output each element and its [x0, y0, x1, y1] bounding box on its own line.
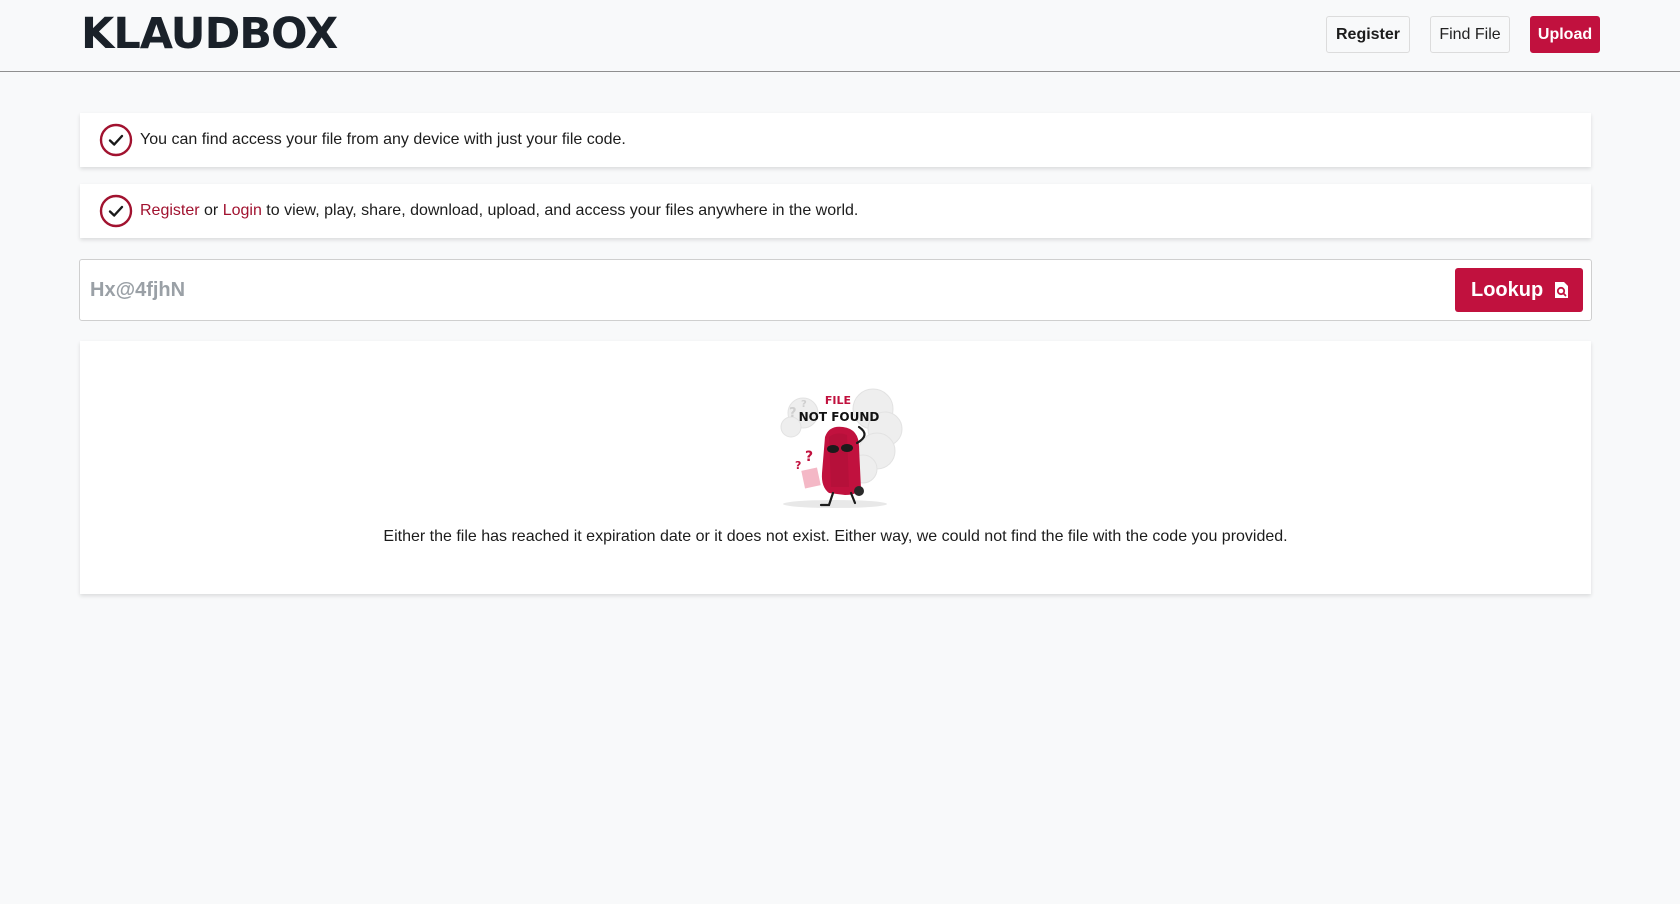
- find-file-button[interactable]: Find File: [1430, 16, 1510, 53]
- lookup-button[interactable]: Lookup: [1455, 268, 1583, 312]
- svg-text:?: ?: [789, 406, 797, 421]
- result-card: ? ? FILE NOT FOUND ? ? Either the file h…: [80, 341, 1591, 594]
- info-rest-text: to view, play, share, download, upload, …: [261, 202, 859, 219]
- or-text: or: [199, 202, 223, 219]
- register-link[interactable]: Register: [140, 202, 200, 219]
- check-circle-icon: [99, 123, 133, 157]
- lookup-label: Lookup: [1471, 279, 1544, 301]
- search-file-icon: [1555, 282, 1568, 298]
- upload-button[interactable]: Upload: [1530, 16, 1600, 53]
- illustration-title-bottom: NOT FOUND: [799, 410, 880, 424]
- info-text-access: You can find access your file from any d…: [140, 131, 626, 148]
- file-code-input[interactable]: [88, 268, 1428, 312]
- navbar: KLAUDBOX Register Find File Upload: [0, 0, 1680, 72]
- register-button[interactable]: Register: [1326, 16, 1410, 53]
- info-text-register: Register or Login to view, play, share, …: [140, 184, 858, 238]
- login-link[interactable]: Login: [223, 202, 262, 219]
- logo[interactable]: KLAUDBOX: [81, 10, 338, 58]
- svg-text:?: ?: [805, 449, 813, 465]
- svg-text:?: ?: [801, 399, 807, 410]
- file-not-found-illustration: ? ? FILE NOT FOUND ? ?: [780, 388, 903, 508]
- file-code-search: Lookup: [79, 259, 1592, 321]
- check-circle-icon: [99, 194, 133, 228]
- info-card-access: You can find access your file from any d…: [80, 113, 1591, 167]
- not-found-message: Either the file has reached it expiratio…: [383, 528, 1288, 545]
- info-card-register: Register or Login to view, play, share, …: [80, 184, 1591, 238]
- svg-text:?: ?: [795, 459, 801, 472]
- illustration-title-top: FILE: [825, 394, 851, 407]
